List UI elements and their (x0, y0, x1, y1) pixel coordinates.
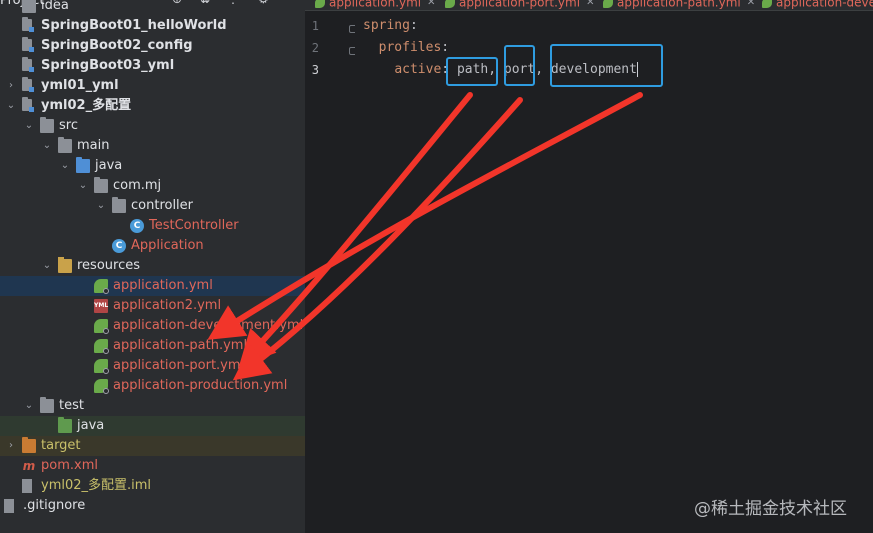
annotation-arrows (207, 92, 643, 381)
arrow-path (238, 92, 473, 367)
arrow-development (207, 92, 643, 340)
watermark: @稀土掘金技术社区 (694, 499, 847, 519)
